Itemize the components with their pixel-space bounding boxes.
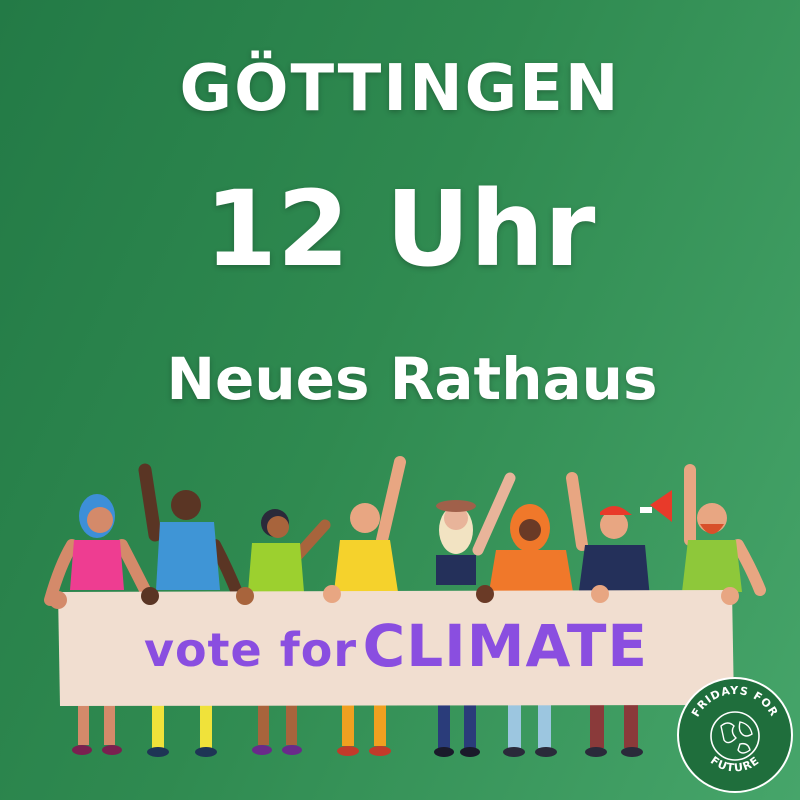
time-heading: 12 Uhr <box>204 168 596 290</box>
fridays-for-future-logo: FRIDAYS FOR FUTURE <box>677 677 793 793</box>
banner-text-climate: CLIMATE <box>362 612 649 680</box>
banner-text-vote: vote for <box>143 623 358 677</box>
city-heading: GÖTTINGEN <box>179 52 621 126</box>
poster: GÖTTINGEN 12 Uhr Neues Rathaus vote for … <box>0 0 800 800</box>
location-heading: Neues Rathaus <box>166 345 658 413</box>
protester-8 <box>682 464 766 596</box>
banner-slogan: vote for CLIMATE <box>58 612 734 680</box>
